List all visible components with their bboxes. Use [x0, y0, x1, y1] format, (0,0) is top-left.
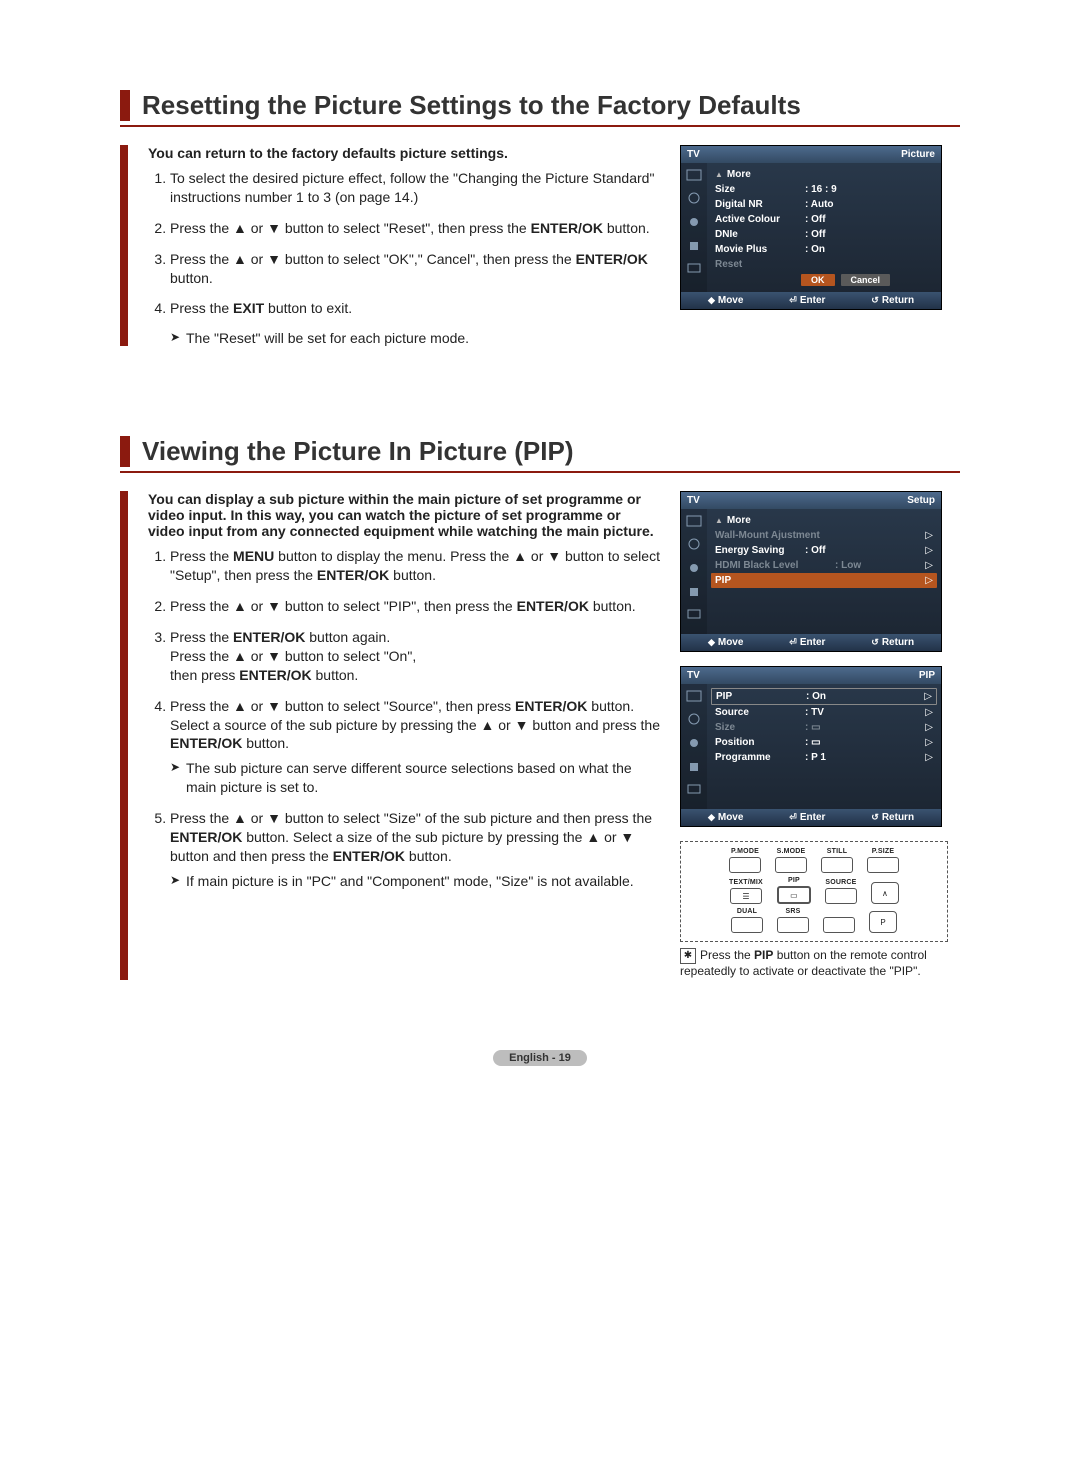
picture-icon [686, 690, 702, 702]
picture-icon [686, 515, 702, 527]
osd1-row-dnie: DNIe: Off [711, 227, 937, 242]
osd1-row-activecolour: Active Colour: Off [711, 212, 937, 227]
section1-title: Resetting the Picture Settings to the Fa… [120, 90, 960, 121]
sound-icon [687, 191, 701, 205]
osd3-header-left: TV [687, 670, 700, 681]
osd3-icon-rail [681, 684, 707, 809]
remote-up-button: ∧ [871, 882, 899, 904]
section1-note: The "Reset" will be set for each picture… [170, 330, 660, 346]
setup-icon [687, 585, 701, 599]
section2-rule [120, 471, 960, 473]
section2-step-5: Press the ▲ or ▼ button to select "Size"… [170, 809, 660, 891]
osd1-row-digitalnr: Digital NR: Auto [711, 197, 937, 212]
osd2-footer: ◆Move ⏎Enter ↺Return [681, 634, 941, 651]
channel-icon [687, 561, 701, 575]
osd2-more-row: More [711, 513, 937, 528]
sound-icon [687, 537, 701, 551]
osd2-header-left: TV [687, 495, 700, 506]
osd2-header-right: Setup [907, 495, 935, 506]
osd1-header-left: TV [687, 149, 700, 160]
section1-steps: To select the desired picture effect, fo… [148, 169, 660, 318]
channel-icon [687, 736, 701, 750]
section1-step-1: To select the desired picture effect, fo… [170, 169, 660, 207]
section2-step-4: Press the ▲ or ▼ button to select "Sourc… [170, 697, 660, 797]
osd-picture-menu: TV Picture More Size: 16 : 9 Digital N [680, 145, 942, 310]
osd1-more-row: More [711, 167, 937, 182]
page-number: English - 19 [493, 1050, 587, 1066]
section2-intro: You can display a sub picture within the… [148, 491, 660, 539]
setup-icon [687, 239, 701, 253]
section2-step-1: Press the MENU button to display the men… [170, 547, 660, 585]
setup-icon [687, 760, 701, 774]
section1-step-3: Press the ▲ or ▼ button to select "OK","… [170, 250, 660, 288]
input-icon [687, 263, 701, 273]
osd3-row-programme: Programme: P 1▷ [711, 750, 937, 765]
section1-intro: You can return to the factory defaults p… [148, 145, 660, 161]
section2-steps: Press the MENU button to display the men… [148, 547, 660, 890]
osd2-icon-rail [681, 509, 707, 634]
section1-step-2: Press the ▲ or ▼ button to select "Reset… [170, 219, 660, 238]
osd2-row-energy: Energy Saving: Off▷ [711, 543, 937, 558]
osd1-icon-rail [681, 163, 707, 292]
osd1-header-right: Picture [901, 149, 935, 160]
osd3-header-right: PIP [919, 670, 935, 681]
osd3-row-pip: PIP: On▷ [711, 688, 937, 705]
osd3-row-position: Position: ▭▷ [711, 735, 937, 750]
osd2-row-wallmount: Wall-Mount Ajustment▷ [711, 528, 937, 543]
osd3-footer: ◆Move ⏎Enter ↺Return [681, 809, 941, 826]
osd3-row-size: Size: ▭▷ [711, 720, 937, 735]
section1-step-4: Press the EXIT button to exit. [170, 299, 660, 318]
osd-setup-menu: TV Setup More Wall-Mount Ajustment▷ En [680, 491, 942, 652]
section2-accent-bar [120, 491, 128, 980]
sound-icon [687, 712, 701, 726]
input-icon [687, 609, 701, 619]
osd1-footer: ◆Move ⏎Enter ↺Return [681, 292, 941, 309]
section1-rule [120, 125, 960, 127]
remote-diagram: P.MODE S.MODE STILL P.SIZE TEXT/MIX☰ PIP… [680, 841, 948, 942]
remote-tip-icon: ✱ [680, 948, 696, 964]
osd2-row-hdmiblack: HDMI Black Level: Low▷ [711, 558, 937, 573]
channel-icon [687, 215, 701, 229]
section2-step4-note: The sub picture can serve different sour… [170, 759, 660, 797]
osd1-row-reset: Reset [711, 257, 937, 272]
picture-icon [686, 169, 702, 181]
osd1-row-size: Size: 16 : 9 [711, 182, 937, 197]
osd1-row-movieplus: Movie Plus: On [711, 242, 937, 257]
section2-step5-note: If main picture is in "PC" and "Componen… [170, 872, 660, 891]
osd1-pill-cancel: Cancel [841, 274, 891, 286]
osd-pip-menu: TV PIP PIP: On▷ Source: TV▷ Size: ▭▷ [680, 666, 942, 827]
section2-step-3: Press the ENTER/OK button again.Press th… [170, 628, 660, 685]
input-icon [687, 784, 701, 794]
section1-accent-bar [120, 145, 128, 346]
osd2-row-pip: PIP▷ [711, 573, 937, 588]
osd3-row-source: Source: TV▷ [711, 705, 937, 720]
section2-title: Viewing the Picture In Picture (PIP) [120, 436, 960, 467]
remote-tip: ✱Press the PIP button on the remote cont… [680, 948, 960, 980]
osd1-pill-ok: OK [801, 274, 835, 286]
section2-step-2: Press the ▲ or ▼ button to select "PIP",… [170, 597, 660, 616]
